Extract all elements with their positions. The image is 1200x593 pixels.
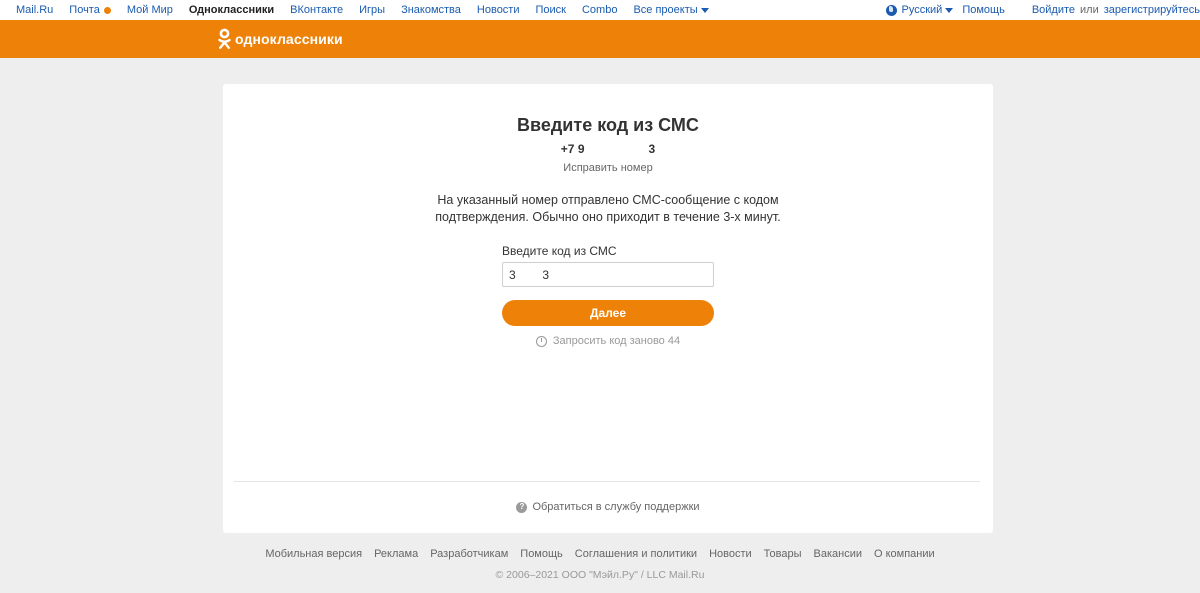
sms-verification-card: Введите код из СМС +7 9 3 Исправить номер…	[223, 84, 993, 533]
sms-description: На указанный номер отправлено СМС-сообще…	[435, 193, 781, 224]
resend-code: Запросить код заново 44	[223, 335, 993, 347]
portal-link-news[interactable]: Новости	[477, 4, 520, 16]
footer-link-about[interactable]: О компании	[874, 548, 935, 560]
portal-link-combo[interactable]: Combo	[582, 4, 617, 16]
ok-logo[interactable]: одноклассники	[218, 27, 343, 51]
portal-link-vk[interactable]: ВКонтакте	[290, 4, 343, 16]
portal-link-games[interactable]: Игры	[359, 4, 385, 16]
footer-links: Мобильная версия Реклама Разработчикам П…	[0, 548, 1200, 560]
chevron-down-icon	[945, 8, 954, 13]
resend-code-text: Запросить код заново 44	[552, 335, 681, 347]
clock-icon	[535, 335, 547, 347]
portal-link-moymir[interactable]: Мой Мир	[127, 4, 173, 16]
ok-logo-icon	[218, 28, 231, 49]
support-link[interactable]: ? Обратиться в службу поддержки	[223, 501, 993, 513]
ok-logo-text: одноклассники	[235, 31, 343, 47]
phone-redaction	[584, 142, 649, 154]
footer-link-developers[interactable]: Разработчикам	[430, 548, 508, 560]
portal-link-dating[interactable]: Знакомства	[401, 4, 461, 16]
footer-link-news[interactable]: Новости	[709, 548, 752, 560]
register-link[interactable]: зарегистрируйтесь	[1104, 4, 1200, 16]
fix-number-link[interactable]: Исправить номер	[223, 162, 993, 174]
portal-link-ok[interactable]: Одноклассники	[189, 4, 274, 16]
portal-link-mailru[interactable]: Mail.Ru	[16, 4, 53, 16]
or-text: или	[1080, 4, 1099, 16]
page-title: Введите код из СМС	[517, 115, 699, 135]
footer-link-policies[interactable]: Соглашения и политики	[575, 548, 697, 560]
all-projects-label: Все проекты	[633, 4, 698, 16]
footer-link-help[interactable]: Помощь	[520, 548, 563, 560]
footer-link-ads[interactable]: Реклама	[374, 548, 418, 560]
portal-link-mail[interactable]: Почта	[69, 4, 111, 16]
support-link-text: Обратиться в службу поддержки	[532, 501, 700, 513]
portal-link-all-projects[interactable]: Все проекты	[633, 4, 709, 16]
footer-link-vacancies[interactable]: Вакансии	[814, 548, 863, 560]
globe-icon	[886, 4, 898, 16]
portal-topbar: Mail.Ru Почта Мой Мир Одноклассники ВКон…	[0, 0, 1200, 20]
phone-suffix: 3	[648, 142, 656, 156]
ok-header: одноклассники	[0, 20, 1200, 58]
phone-number: +7 9 3	[223, 142, 993, 156]
code-redaction	[516, 267, 540, 282]
help-link[interactable]: Помощь	[962, 4, 1005, 16]
footer-link-mobile[interactable]: Мобильная версия	[265, 548, 362, 560]
mail-notification-dot	[103, 6, 111, 14]
portal-link-search[interactable]: Поиск	[536, 4, 566, 16]
portal-link-mail-label: Почта	[69, 4, 100, 16]
portal-nav: Mail.Ru Почта Мой Мир Одноклассники ВКон…	[0, 0, 709, 20]
next-button[interactable]: Далее	[502, 300, 714, 326]
help-icon: ?	[516, 501, 528, 513]
language-selector[interactable]: Русский	[886, 4, 954, 16]
footer-link-goods[interactable]: Товары	[764, 548, 802, 560]
chevron-down-icon	[700, 8, 709, 13]
card-divider	[234, 481, 980, 482]
phone-prefix: +7 9	[560, 142, 585, 156]
portal-account: Русский Помощь Войдите или зарегистрируй…	[886, 0, 1200, 20]
language-label: Русский	[901, 4, 943, 16]
login-link[interactable]: Войдите	[1032, 4, 1075, 16]
copyright: © 2006–2021 ООО "Мэйл.Ру" / LLC Mail.Ru	[495, 569, 705, 581]
code-field-label: Введите код из СМС	[502, 244, 617, 258]
